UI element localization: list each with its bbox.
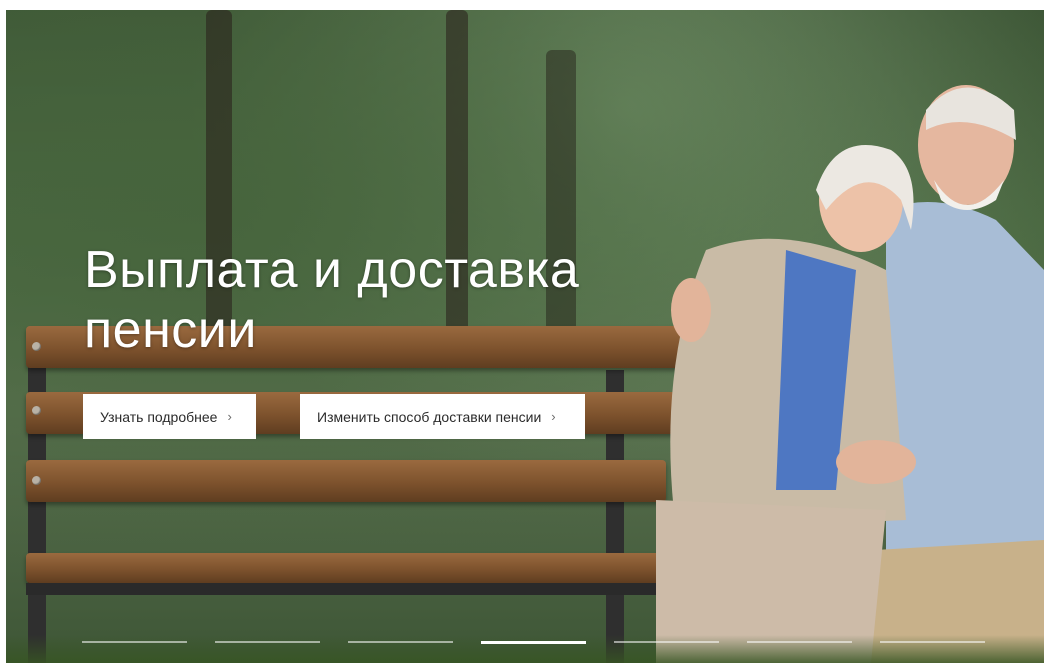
carousel-indicator[interactable]	[82, 641, 187, 643]
carousel-indicator[interactable]	[880, 641, 985, 643]
hero-banner: Выплата и доставка пенсии Узнать подробн…	[6, 10, 1044, 663]
learn-more-label: Узнать подробнее	[100, 408, 218, 425]
foreground-grass	[6, 635, 1044, 663]
page-title: Выплата и доставка пенсии	[84, 240, 579, 360]
carousel-indicator[interactable]	[614, 641, 719, 643]
page-title-line-1: Выплата и доставка	[84, 241, 580, 299]
learn-more-button[interactable]: Узнать подробнее ›	[83, 394, 256, 439]
change-delivery-method-label: Изменить способ доставки пенсии	[317, 408, 542, 425]
bench-bolt	[32, 476, 41, 485]
bench-bolt	[32, 342, 41, 351]
carousel-indicator[interactable]	[348, 641, 453, 643]
page-title-line-2: пенсии	[84, 301, 257, 359]
chevron-right-icon: ›	[227, 409, 232, 424]
carousel-indicator-active[interactable]	[481, 641, 586, 644]
couple-photo	[656, 85, 1044, 663]
bench-bolt	[32, 406, 41, 415]
chevron-right-icon: ›	[551, 409, 556, 424]
carousel-indicators	[82, 641, 985, 644]
carousel-indicator[interactable]	[747, 641, 852, 643]
change-delivery-method-button[interactable]: Изменить способ доставки пенсии ›	[300, 394, 585, 439]
bench-slat	[26, 460, 666, 502]
carousel-indicator[interactable]	[215, 641, 320, 643]
